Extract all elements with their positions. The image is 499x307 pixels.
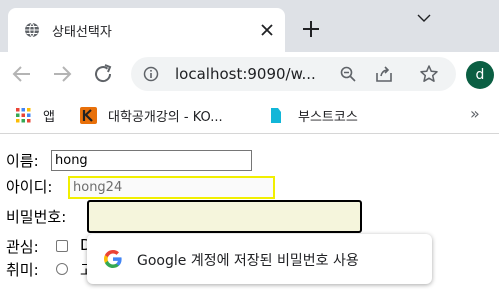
url-text: localhost:9090/w...: [175, 65, 316, 83]
site-info-icon[interactable]: [143, 66, 159, 82]
reload-icon[interactable]: [91, 62, 115, 86]
avatar[interactable]: d: [466, 61, 494, 89]
zoom-icon[interactable]: [339, 65, 357, 83]
bookmark-star-icon[interactable]: [419, 64, 439, 84]
hobby-label: 취미:: [6, 261, 39, 279]
password-input[interactable]: [87, 200, 362, 233]
google-g-icon: [104, 250, 122, 268]
bookmark-kocw[interactable]: 대학공개강의 - KO...: [80, 105, 255, 125]
bookmark-label: 앱: [43, 110, 55, 125]
bookmark-label: 부스트코스: [298, 110, 358, 125]
close-icon[interactable]: [257, 20, 277, 40]
password-label: 비밀번호:: [6, 208, 67, 226]
forward-arrow-icon[interactable]: [50, 62, 74, 86]
address-bar[interactable]: localhost:9090/w...: [131, 57, 456, 91]
share-icon[interactable]: [375, 65, 393, 83]
more-bookmarks-button[interactable]: »: [470, 104, 480, 123]
id-label: 아이디:: [6, 178, 53, 196]
new-tab-icon[interactable]: [300, 18, 322, 40]
bookmark-label: 대학공개강의 - KO...: [108, 110, 223, 125]
tab-strip: 상태선택자: [0, 0, 499, 52]
bookmarks-bar: 앱 대학공개강의 - KO... 부스트코스 »: [0, 96, 499, 134]
bookmark-boostcourse[interactable]: 부스트코스: [270, 105, 380, 125]
toolbar: localhost:9090/w... d: [0, 52, 499, 96]
interest-checkbox[interactable]: [56, 240, 68, 252]
globe-icon: [25, 22, 39, 38]
browser-tab[interactable]: 상태선택자: [8, 8, 285, 52]
name-input[interactable]: [51, 150, 252, 171]
id-input[interactable]: [68, 176, 275, 199]
back-arrow-icon[interactable]: [10, 62, 34, 86]
interest-label: 관심:: [6, 238, 39, 256]
tab-title: 상태선택자: [52, 25, 112, 40]
kocw-logo-icon: [80, 107, 97, 124]
autofill-suggestion-text: Google 계정에 저장된 비밀번호 사용: [137, 253, 359, 269]
password-autofill-popup[interactable]: Google 계정에 저장된 비밀번호 사용: [87, 234, 432, 284]
apps-grid-icon: [16, 108, 31, 123]
boostcourse-logo-icon: [271, 108, 281, 123]
name-label: 이름:: [6, 152, 39, 170]
bookmark-apps[interactable]: 앱: [16, 105, 61, 125]
chevron-down-icon[interactable]: [417, 13, 431, 23]
hobby-radio[interactable]: [56, 263, 68, 275]
